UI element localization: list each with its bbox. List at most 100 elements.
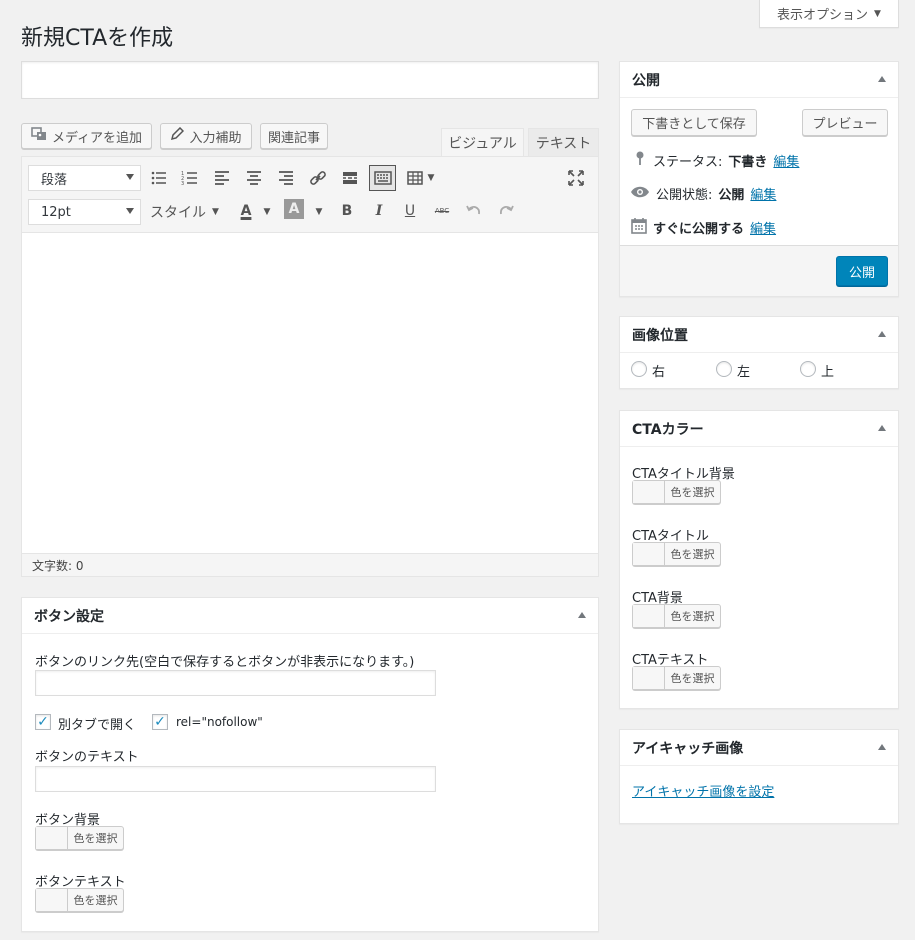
checkmark-icon: ✓ [154,714,166,730]
page-title: 新規CTAを作成 [21,26,174,51]
pin-icon [633,150,647,170]
radio-left[interactable] [716,361,732,377]
media-icon [31,127,47,145]
toolbar-toggle-icon[interactable] [369,165,396,191]
edit-schedule-link[interactable]: 編集 [750,218,776,237]
choose-color-label: 色を選択 [670,486,715,499]
edit-visibility-link[interactable]: 編集 [750,184,776,203]
publish-header[interactable]: 公開 [620,62,898,98]
align-left-icon[interactable] [210,166,234,190]
bullet-list-icon[interactable] [147,166,171,190]
featured-image-title: アイキャッチ画像 [632,740,744,757]
italic-icon[interactable]: I [367,199,391,223]
color-swatch [633,667,665,689]
style-menu[interactable]: スタイル ▼ [150,202,219,222]
collapse-toggle-icon[interactable] [878,331,886,337]
schedule-row: すぐに公開する 編集 [631,217,776,238]
read-more-icon[interactable] [338,166,362,190]
align-center-icon[interactable] [242,166,266,190]
cta-colors-header[interactable]: CTAカラー [620,411,898,447]
visibility-row: 公開状態: 公開 編集 [630,184,776,203]
featured-image-header[interactable]: アイキャッチ画像 [620,730,898,766]
set-featured-image-link[interactable]: アイキャッチ画像を設定 [632,781,774,800]
choose-color-label: 色を選択 [670,548,715,561]
status-row: ステータス: 下書き 編集 [633,150,799,170]
format-select[interactable]: 段落 [28,165,141,191]
collapse-toggle-icon[interactable] [878,425,886,431]
input-assist-button[interactable]: 入力補助 [160,123,252,149]
cta-bg-color-picker[interactable]: 色を選択 [632,604,721,628]
add-media-button[interactable]: メディアを追加 [21,123,152,149]
featured-image-box: アイキャッチ画像 アイキャッチ画像を設定 [619,729,899,824]
tab-text[interactable]: テキスト [528,128,599,156]
radio-top[interactable] [800,361,816,377]
editor-content-area[interactable] [22,233,598,533]
eye-icon [630,185,650,203]
strikethrough-icon[interactable]: ABC [430,199,454,223]
button-text-color-picker[interactable]: 色を選択 [35,888,124,912]
button-link-input[interactable] [35,670,436,696]
title-input[interactable] [21,61,599,99]
screen-options-button[interactable]: 表示オプション ▼ [759,0,899,28]
cta-title-color-picker[interactable]: 色を選択 [632,542,721,566]
radio-right[interactable] [631,361,647,377]
cta-colors-box: CTAカラー CTAタイトル背景 色を選択 CTAタイトル 色を選択 CTA背景… [619,410,899,709]
text-color-caret-icon[interactable]: ▼ [260,200,274,224]
button-link-label: ボタンのリンク先(空白で保存するとボタンが非表示になります。) [35,655,415,670]
related-posts-label: 関連記事 [267,130,320,146]
redo-icon[interactable] [494,199,518,223]
calendar-icon [631,217,647,238]
add-media-label: メディアを追加 [51,130,143,146]
related-posts-button[interactable]: 関連記事 [260,123,328,149]
fullscreen-icon[interactable] [564,166,588,190]
font-size-select[interactable]: 12pt [28,199,141,225]
button-text-input[interactable] [35,766,436,792]
visibility-label: 公開状態: [656,188,713,203]
table-menu-caret-icon[interactable]: ▼ [424,166,438,190]
font-size-value: 12pt [41,204,71,220]
image-position-header[interactable]: 画像位置 [620,317,898,353]
chevron-down-icon [126,208,134,214]
format-select-value: 段落 [41,172,68,188]
color-swatch [36,827,68,849]
background-color-caret-icon[interactable]: ▼ [312,200,326,224]
collapse-toggle-icon[interactable] [878,744,886,750]
color-swatch [633,605,665,627]
button-settings-header[interactable]: ボタン設定 [22,598,598,634]
preview-button[interactable]: プレビュー [802,109,888,136]
nofollow-checkbox[interactable]: ✓ [152,714,168,730]
tab-visual-label: ビジュアル [448,135,517,152]
underline-icon[interactable]: U [398,199,422,223]
caret-down-icon: ▼ [874,8,881,19]
save-draft-label: 下書きとして保存 [642,117,746,132]
style-menu-label: スタイル [150,205,206,221]
button-bg-color-picker[interactable]: 色を選択 [35,826,124,850]
cta-title-bg-color-picker[interactable]: 色を選択 [632,480,721,504]
word-count: 文字数: 0 [32,558,84,573]
collapse-toggle-icon[interactable] [578,612,586,618]
link-icon[interactable] [306,166,330,190]
checkmark-icon: ✓ [37,714,49,730]
status-value: 下書き [728,154,768,170]
publish-button[interactable]: 公開 [836,256,888,286]
bold-icon[interactable]: B [335,199,359,223]
publish-button-label: 公開 [848,265,875,281]
editor-toolbar: 段落 123 ▼ 12pt スタイル ▼ A ▼ A ▼ B I U ABC [22,157,598,233]
image-position-box: 画像位置 右 左 上 [619,316,899,389]
save-draft-button[interactable]: 下書きとして保存 [631,109,757,136]
undo-icon[interactable] [462,199,486,223]
tab-visual[interactable]: ビジュアル [441,128,524,156]
cta-text-color-picker[interactable]: 色を選択 [632,666,721,690]
text-color-icon[interactable]: A [234,199,258,223]
input-assist-label: 入力補助 [189,130,242,146]
edit-status-link[interactable]: 編集 [773,151,799,170]
align-right-icon[interactable] [274,166,298,190]
choose-color-label: 色を選択 [73,832,118,845]
collapse-toggle-icon[interactable] [878,76,886,82]
screen-options-label: 表示オプション [777,8,869,23]
background-color-icon[interactable]: A [284,199,304,219]
radio-left-label: 左 [737,365,751,380]
numbered-list-icon[interactable]: 123 [178,166,202,190]
new-tab-checkbox[interactable]: ✓ [35,714,51,730]
pencil-icon [170,126,185,145]
